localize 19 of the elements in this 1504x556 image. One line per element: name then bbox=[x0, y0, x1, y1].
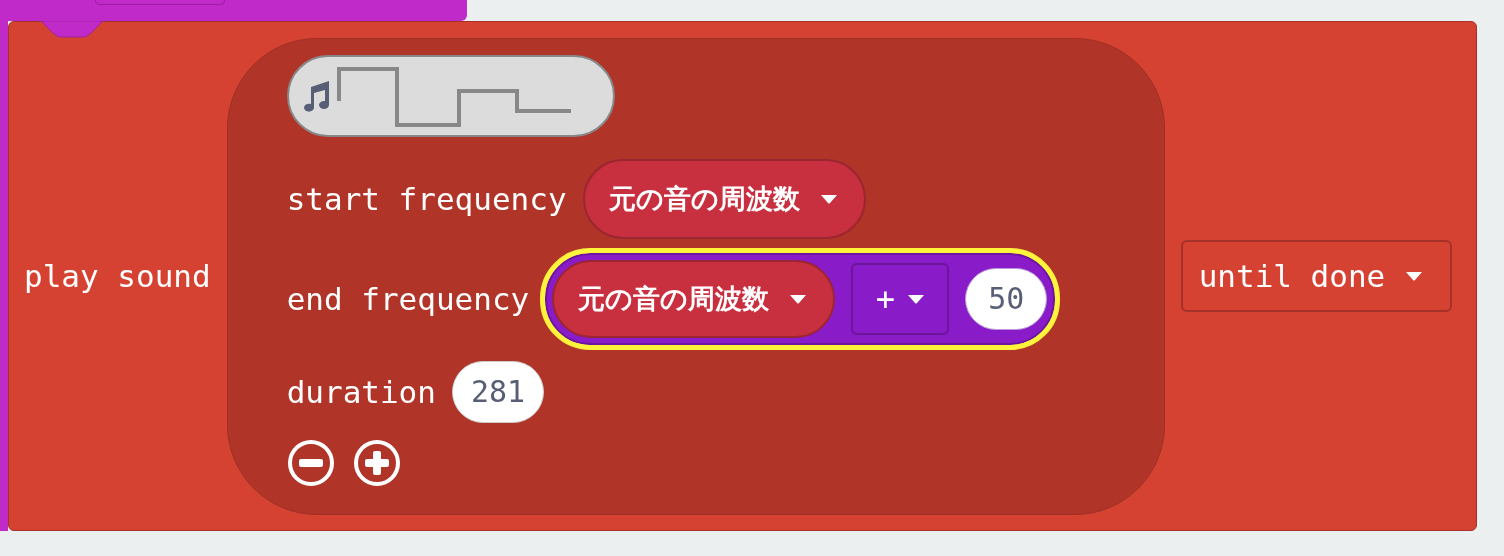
caret-icon bbox=[789, 293, 808, 304]
variable-dropdown[interactable]: 元の音の周波数 bbox=[582, 158, 866, 239]
number-field[interactable]: 281 bbox=[451, 360, 545, 423]
play-sound-block[interactable]: play sound start frequency 元の音の周波数 end frequency 元の音の周波数 + 50 duration 281 until done bbox=[8, 21, 1477, 531]
remove-button[interactable] bbox=[286, 438, 335, 487]
block-label: play sound bbox=[24, 258, 211, 294]
minus-icon bbox=[286, 438, 335, 487]
add-button[interactable] bbox=[352, 438, 401, 487]
parameter-label: start frequency bbox=[286, 180, 567, 217]
mode-dropdown[interactable]: until done bbox=[1180, 240, 1452, 312]
caret-icon bbox=[906, 293, 925, 304]
parameter-label: end frequency bbox=[286, 280, 530, 317]
variable-dropdown[interactable]: 元の音の周波数 bbox=[552, 259, 836, 338]
caret-icon bbox=[1405, 271, 1424, 281]
number-field[interactable]: 50 bbox=[965, 267, 1048, 330]
parameter-label: duration bbox=[286, 373, 436, 410]
caret-icon bbox=[819, 193, 838, 204]
plus-icon bbox=[352, 438, 401, 487]
operator-dropdown[interactable]: + bbox=[851, 262, 950, 335]
